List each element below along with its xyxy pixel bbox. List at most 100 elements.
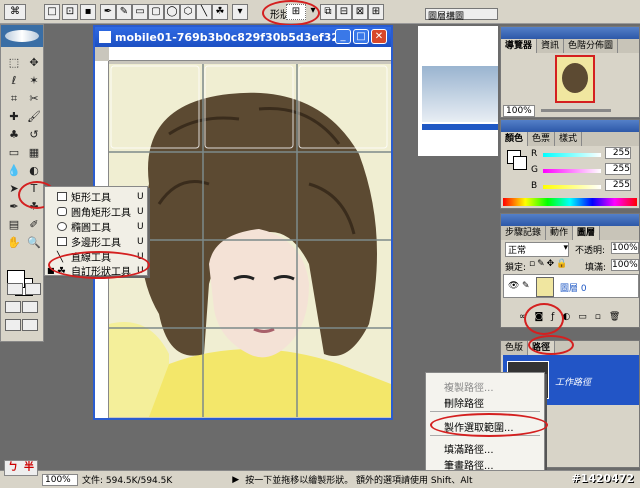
history-brush-icon[interactable]: ↺ [25, 127, 43, 143]
flyout-item-polygon[interactable]: 多邊形工具 U [45, 234, 149, 249]
shape-layers-icon[interactable]: □ [44, 4, 60, 20]
new-layer-icon[interactable]: ▫ [595, 312, 601, 326]
notes-tool-icon[interactable]: ▤ [5, 217, 23, 233]
channel-b-value[interactable]: 255 [605, 179, 631, 191]
blend-mode-select[interactable]: 正常 ▾ [505, 242, 569, 257]
screen-mode-full-icon[interactable] [5, 319, 21, 331]
marquee-tool-icon[interactable]: ⬚ [5, 55, 23, 71]
menu-item-delete-path[interactable]: 刪除路徑 [444, 395, 484, 410]
status-zoom[interactable]: 100% [42, 473, 78, 486]
tab-history[interactable]: 步驟記錄 [501, 226, 547, 240]
hand-tool-icon[interactable]: ✋ [5, 235, 23, 251]
eraser-tool-icon[interactable]: ▭ [5, 145, 23, 161]
navigator-zoom[interactable]: 100% [503, 105, 535, 117]
intersect-shape-area-icon[interactable]: ⊠ [352, 4, 368, 20]
magic-wand-tool-icon[interactable]: ✶ [25, 73, 43, 89]
tab-channels[interactable]: 色版 [501, 341, 529, 355]
status-arrow-icon[interactable]: ▶ [232, 475, 239, 485]
lock-icons[interactable]: ▫✎✥🔒 [529, 259, 569, 269]
menu-item-fill-path[interactable]: 填滿路徑... [444, 441, 494, 456]
eyedropper-tool-icon[interactable]: ✐ [25, 217, 43, 233]
channel-r-slider[interactable] [543, 153, 601, 157]
eye-icon[interactable]: 👁 [508, 281, 519, 291]
exclude-shape-area-icon[interactable]: ⊞ [368, 4, 384, 20]
crop-tool-icon[interactable]: ⌗ [5, 91, 23, 107]
healing-brush-icon[interactable]: ✚ [5, 109, 23, 125]
add-to-shape-area-icon[interactable]: ⧉ [320, 4, 336, 20]
flyout-item-rounded-rectangle[interactable]: 圓角矩形工具 U [45, 204, 149, 219]
standard-mode-icon[interactable] [7, 283, 23, 295]
channel-b-slider[interactable] [543, 185, 601, 189]
opacity-label: 不透明: [575, 246, 606, 256]
pen-tool-icon[interactable]: ✒ [100, 4, 116, 20]
rounded-rectangle-icon [57, 207, 67, 216]
tab-actions[interactable]: 動作 [546, 226, 574, 240]
channel-g-slider[interactable] [543, 169, 601, 173]
blur-tool-icon[interactable]: 💧 [5, 163, 23, 179]
screen-mode-menu-icon[interactable] [22, 301, 38, 313]
tab-styles[interactable]: 樣式 [555, 132, 583, 146]
watermark: #1420472 [571, 472, 634, 485]
menu-item-duplicate-path[interactable]: 複製路徑... [444, 379, 494, 394]
lasso-tool-icon[interactable]: ℓ [5, 73, 23, 89]
geometry-options-icon[interactable]: ▾ [232, 4, 248, 20]
gradient-tool-icon[interactable]: ▦ [25, 145, 43, 161]
subtract-shape-area-icon[interactable]: ⊟ [336, 4, 352, 20]
fill-label: 填滿: [585, 263, 607, 273]
layer-row[interactable]: 👁 ✎ 圖層 0 [503, 274, 639, 298]
flyout-item-ellipse[interactable]: 橢圓工具 U [45, 219, 149, 234]
flyout-item-label: 矩形工具 [71, 193, 111, 204]
dodge-tool-icon[interactable]: ◐ [25, 163, 43, 179]
screen-mode-standard-icon[interactable] [5, 301, 21, 313]
fill-value[interactable]: 100% [611, 259, 639, 271]
flyout-item-label: 圓角矩形工具 [71, 208, 131, 219]
new-group-icon[interactable]: ▭ [578, 312, 587, 326]
zoom-tool-icon[interactable]: 🔍 [25, 235, 43, 251]
navigator-title-bar[interactable] [501, 27, 639, 39]
channel-r-label: R [531, 149, 538, 159]
rounded-rectangle-tool-icon[interactable]: ▢ [148, 4, 164, 20]
ellipse-icon [57, 222, 67, 231]
close-button[interactable]: ✕ [371, 29, 387, 44]
tab-color[interactable]: 顏色 [501, 132, 529, 146]
polygon-tool-icon[interactable]: ⬡ [180, 4, 196, 20]
layer-comps-strip[interactable]: 圖層構圖 [425, 8, 498, 22]
tab-info[interactable]: 資訊 [537, 39, 565, 53]
layers-title-bar[interactable] [501, 214, 639, 226]
clone-stamp-icon[interactable]: ♣ [5, 127, 23, 143]
brush-tool-icon[interactable]: 🖌 [25, 109, 43, 125]
document-canvas[interactable] [109, 64, 391, 417]
custom-shape-preset-icon[interactable]: ⌘ [4, 4, 26, 20]
paths-mode-icon[interactable]: ⊡ [62, 4, 78, 20]
channel-b-label: B [531, 181, 538, 191]
ime-indicator[interactable]: ㄅ 半 [4, 460, 38, 476]
navigator-zoom-slider[interactable] [541, 109, 611, 112]
tab-swatches[interactable]: 色票 [528, 132, 556, 146]
fill-pixels-icon[interactable]: ▪ [80, 4, 96, 20]
rectangle-tool-icon[interactable]: ▭ [132, 4, 148, 20]
status-hint: 按一下並拖移以繪製形狀。 額外的選項請使用 Shift、Alt [245, 476, 473, 486]
layer-comps-title: 圖層構圖 [428, 12, 465, 22]
navigator-thumbnail[interactable] [555, 55, 595, 103]
color-bg-swatch[interactable] [513, 156, 527, 170]
quick-mask-icon[interactable] [25, 283, 41, 295]
ellipse-tool-icon[interactable]: ◯ [164, 4, 180, 20]
maximize-button[interactable]: □ [353, 29, 369, 44]
delete-layer-icon[interactable]: 🗑 [609, 312, 620, 326]
custom-shape-tool-icon[interactable]: ☘ [212, 4, 228, 20]
slice-tool-icon[interactable]: ✂ [25, 91, 43, 107]
jump-to-imageready-icon[interactable] [22, 319, 38, 331]
channel-g-value[interactable]: 255 [605, 163, 631, 175]
minimize-button[interactable]: _ [335, 29, 351, 44]
color-ramp[interactable] [503, 198, 637, 206]
tab-layers[interactable]: 圖層 [573, 226, 601, 240]
tab-navigator[interactable]: 導覽器 [501, 39, 538, 53]
move-tool-icon[interactable]: ✥ [25, 55, 43, 71]
channel-r-value[interactable]: 255 [605, 147, 631, 159]
line-tool-icon[interactable]: ╲ [196, 4, 212, 20]
opacity-value[interactable]: 100% [611, 242, 639, 254]
color-title-bar[interactable] [501, 120, 639, 132]
tab-histogram[interactable]: 色階分佈圖 [564, 39, 619, 53]
freeform-pen-icon[interactable]: ✎ [116, 4, 132, 20]
flyout-item-rectangle[interactable]: 矩形工具 U [45, 189, 149, 204]
